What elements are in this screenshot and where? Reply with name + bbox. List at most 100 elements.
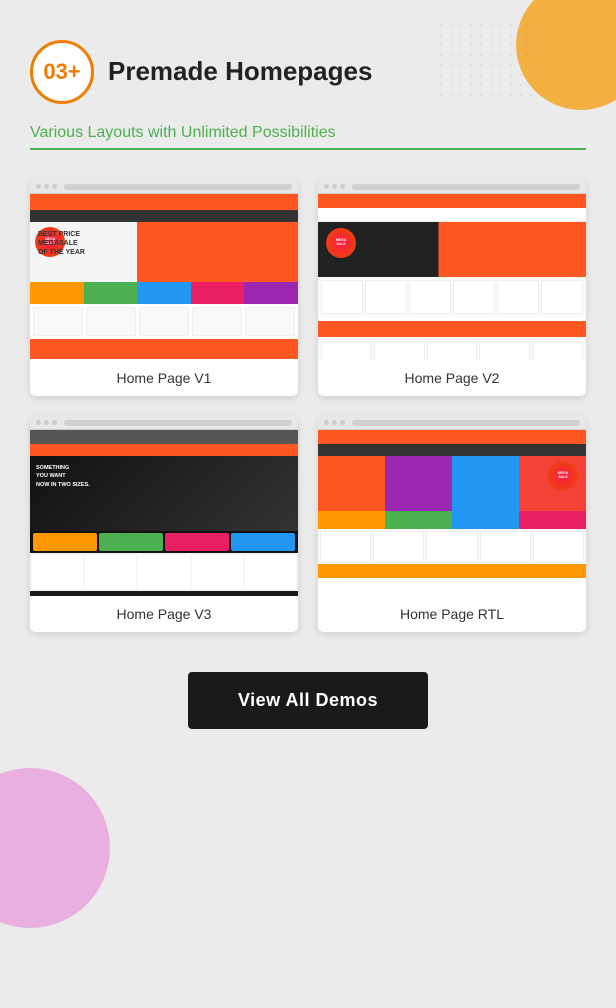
demo-screenshot-v3: SOMETHINGYOU WANTNOW IN TWO SIZES. — [30, 416, 298, 596]
v1-prod1 — [33, 307, 83, 336]
page-container: 03+ Premade Homepages Various Layouts wi… — [0, 0, 616, 1008]
v3-top-nav — [30, 430, 298, 444]
v2-prod11 — [532, 342, 583, 360]
v3-prod5 — [245, 555, 296, 589]
browser-dot — [324, 184, 329, 189]
v3-hero: SOMETHINGYOU WANTNOW IN TWO SIZES. — [30, 456, 298, 531]
v2-prod5 — [497, 280, 539, 314]
v2-products — [318, 277, 586, 317]
browser-url — [352, 184, 580, 190]
v1-prod3 — [139, 307, 189, 336]
v3-hero-text: SOMETHINGYOU WANTNOW IN TWO SIZES. — [36, 464, 90, 489]
rtl-prod3 — [426, 531, 477, 562]
v2-prod3 — [409, 280, 451, 314]
v2-prod9 — [427, 342, 478, 360]
view-all-demos-button[interactable]: View All Demos — [188, 672, 428, 729]
browser-dot — [44, 184, 49, 189]
browser-dot — [36, 184, 41, 189]
browser-dot — [36, 420, 41, 425]
v2-prod6 — [541, 280, 583, 314]
browser-dot — [340, 184, 345, 189]
v2-orange-row — [318, 321, 586, 337]
demo-card-rtl[interactable]: MEGASALE — [318, 416, 586, 632]
demo-label-v1: Home Page V1 — [30, 360, 298, 396]
screen-v1: MEGASALE BEST PRICEMEGASALEOF THE YEAR — [30, 194, 298, 360]
browser-dot — [52, 420, 57, 425]
rtl-top-nav — [318, 430, 586, 444]
browser-dot — [332, 184, 337, 189]
browser-bar-v1 — [30, 180, 298, 194]
browser-bar-rtl — [318, 416, 586, 430]
screen-v3: SOMETHINGYOU WANTNOW IN TWO SIZES. — [30, 430, 298, 596]
demo-card-v2[interactable]: MEGASALE — [318, 180, 586, 396]
rtl-prod1 — [533, 531, 584, 562]
v3-prod2 — [85, 555, 136, 589]
browser-dot — [52, 184, 57, 189]
browser-url — [64, 420, 292, 426]
demo-label-v2: Home Page V2 — [318, 360, 586, 396]
rtl-prod2 — [480, 531, 531, 562]
main-title: Premade Homepages — [108, 56, 372, 87]
browser-bar-v2 — [318, 180, 586, 194]
badge-circle: 03+ — [30, 40, 94, 104]
screen-v2: MEGASALE — [318, 194, 586, 360]
main-content: 03+ Premade Homepages Various Layouts wi… — [30, 40, 586, 729]
v1-more-prods — [30, 359, 298, 360]
v1-top-nav — [30, 194, 298, 210]
subtitle: Various Layouts with Unlimited Possibili… — [30, 124, 336, 142]
demo-label-rtl: Home Page RTL — [318, 596, 586, 632]
cta-section: View All Demos — [30, 672, 586, 729]
v3-prod4 — [192, 555, 243, 589]
rtl-prod4 — [373, 531, 424, 562]
v1-hero: MEGASALE BEST PRICEMEGASALEOF THE YEAR — [30, 222, 298, 282]
rtl-prod5 — [320, 531, 371, 562]
header-section: 03+ Premade Homepages — [30, 40, 586, 104]
browser-dot — [44, 420, 49, 425]
demo-card-v3[interactable]: SOMETHINGYOU WANTNOW IN TWO SIZES. — [30, 416, 298, 632]
v3-prod1 — [32, 555, 83, 589]
v3-colorblock — [30, 531, 298, 553]
browser-dot — [340, 420, 345, 425]
v2-prod7 — [321, 342, 372, 360]
v3-sub-nav — [30, 444, 298, 456]
v2-top-nav — [318, 194, 586, 208]
rtl-hero: MEGASALE — [318, 456, 586, 511]
rtl-sub-nav — [318, 444, 586, 456]
v3-prod3 — [138, 555, 189, 589]
deco-circle-bottom-left — [0, 768, 110, 928]
browser-url — [352, 420, 580, 426]
v1-orange-row — [30, 339, 298, 359]
v1-colorblock — [30, 282, 298, 304]
v2-prod10 — [479, 342, 530, 360]
demo-card-v1[interactable]: MEGASALE BEST PRICEMEGASALEOF THE YEAR — [30, 180, 298, 396]
v2-prod1 — [321, 280, 363, 314]
browser-dot — [332, 420, 337, 425]
subtitle-underline — [30, 148, 586, 150]
browser-bar-v3 — [30, 416, 298, 430]
v2-products2 — [318, 339, 586, 360]
browser-url — [64, 184, 292, 190]
subtitle-section: Various Layouts with Unlimited Possibili… — [30, 124, 586, 150]
v1-prod2 — [86, 307, 136, 336]
rtl-orange-row — [318, 564, 586, 578]
v3-products — [30, 553, 298, 591]
demo-screenshot-rtl: MEGASALE — [318, 416, 586, 596]
v2-sub-nav — [318, 208, 586, 222]
v2-prod4 — [453, 280, 495, 314]
demo-label-v3: Home Page V3 — [30, 596, 298, 632]
badge-text: 03+ — [43, 61, 80, 83]
v2-megasale: MEGASALE — [326, 228, 356, 258]
v2-prod2 — [365, 280, 407, 314]
v2-hero: MEGASALE — [318, 222, 586, 277]
v1-hero-text: BEST PRICEMEGASALEOF THE YEAR — [38, 230, 85, 257]
v2-prod8 — [374, 342, 425, 360]
demo-screenshot-v1: MEGASALE BEST PRICEMEGASALEOF THE YEAR — [30, 180, 298, 360]
v1-products — [30, 304, 298, 339]
v1-prod5 — [245, 307, 295, 336]
v1-sub-nav — [30, 210, 298, 222]
rtl-colorblock — [318, 511, 586, 529]
rtl-products — [318, 529, 586, 564]
demo-screenshot-v2: MEGASALE — [318, 180, 586, 360]
screen-rtl: MEGASALE — [318, 430, 586, 596]
demos-grid: MEGASALE BEST PRICEMEGASALEOF THE YEAR — [30, 180, 586, 632]
